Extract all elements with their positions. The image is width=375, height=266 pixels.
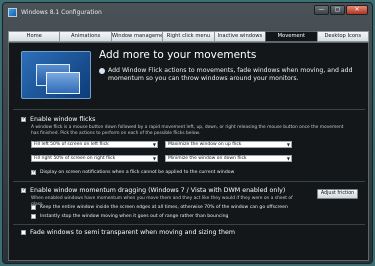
tab-window-management[interactable]: Window management (110, 31, 163, 42)
tab-animations[interactable]: Animations (59, 31, 111, 42)
up-flick-value: Maximize the window on up flick (168, 142, 242, 147)
down-flick-select[interactable]: Minimize the window on down flick ▼ (165, 155, 292, 162)
divider (13, 109, 365, 110)
right-flick-select[interactable]: Fill right 50% of screen on right flick … (31, 155, 158, 162)
flick-notifications-checkbox[interactable] (31, 169, 36, 175)
flick-notifications-label: Display on screen notifications when a f… (40, 170, 235, 175)
divider (13, 224, 365, 225)
page-heading: Add more to your movements (99, 49, 257, 61)
fade-windows-label: Fade windows to semi transparent when mo… (30, 229, 235, 236)
divider (13, 181, 365, 182)
flicks-description: A window flick is a mouse button down fo… (31, 125, 344, 136)
chevron-down-icon: ▼ (286, 142, 290, 147)
tab-movement[interactable]: Movement (265, 31, 317, 42)
keep-inside-screen-label: Keep the entire window inside the screen… (40, 205, 288, 210)
window-title: Windows 8.1 Configuration (21, 9, 102, 16)
fade-windows-option[interactable]: Fade windows to semi transparent when mo… (21, 229, 235, 236)
enable-momentum-label: Enable window momentum dragging (Windows… (30, 187, 286, 194)
down-flick-value: Minimize the window on down flick (168, 156, 247, 161)
enable-flicks-option[interactable]: Enable window flicks (21, 116, 95, 123)
chevron-down-icon: ▼ (152, 142, 156, 147)
tab-right-click-menu[interactable]: Right click menu (162, 31, 214, 42)
window-thumbnail-front (46, 72, 80, 94)
app-window: Windows 8.1 Configuration — ▢ ✕ Home Ani… (2, 2, 373, 264)
chevron-down-icon: ▼ (152, 156, 156, 161)
chevron-down-icon: ▼ (286, 156, 290, 161)
title-bar[interactable]: Windows 8.1 Configuration — ▢ ✕ (3, 3, 372, 22)
close-button[interactable]: ✕ (346, 5, 368, 15)
enable-momentum-checkbox[interactable] (21, 187, 26, 193)
keep-inside-screen-option[interactable]: Keep the entire window inside the screen… (31, 205, 288, 210)
instant-stop-checkbox[interactable] (31, 214, 36, 219)
minimize-button[interactable]: — (314, 5, 329, 15)
movement-panel: Add more to your movements Add Window Fl… (8, 42, 369, 261)
tab-home[interactable]: Home (8, 31, 60, 42)
instant-stop-label: Instantly stop the window moving when it… (40, 214, 229, 219)
enable-flicks-label: Enable window flicks (30, 116, 96, 123)
info-icon (99, 68, 105, 74)
enable-flicks-checkbox[interactable] (21, 116, 26, 122)
movement-illustration (21, 51, 91, 99)
tab-desktop-icons[interactable]: Desktop Icons (316, 31, 369, 42)
fade-windows-checkbox[interactable] (21, 230, 26, 235)
window-controls: — ▢ ✕ (314, 5, 368, 15)
keep-inside-screen-checkbox[interactable] (31, 205, 36, 210)
tab-bar: Home Animations Window management Right … (8, 31, 369, 42)
hero-description-text: Add Window Flick actions to movements, f… (108, 67, 353, 82)
left-flick-select[interactable]: Fill left 50% of screen on left flick ▼ (31, 141, 158, 148)
instant-stop-option[interactable]: Instantly stop the window moving when it… (31, 214, 228, 219)
enable-momentum-option[interactable]: Enable window momentum dragging (Windows… (21, 187, 285, 194)
hero-description: Add Window Flick actions to movements, f… (99, 67, 361, 82)
up-flick-select[interactable]: Maximize the window on up flick ▼ (165, 141, 292, 148)
maximize-button[interactable]: ▢ (330, 5, 345, 15)
right-flick-value: Fill right 50% of screen on right flick (34, 156, 116, 161)
adjust-friction-button[interactable]: Adjust friction (317, 189, 358, 199)
flick-notifications-option[interactable]: Display on screen notifications when a f… (31, 169, 235, 175)
left-flick-value: Fill left 50% of screen on left flick (34, 142, 109, 147)
tab-inactive-windows[interactable]: Inactive windows (213, 31, 266, 42)
app-icon (8, 8, 17, 17)
